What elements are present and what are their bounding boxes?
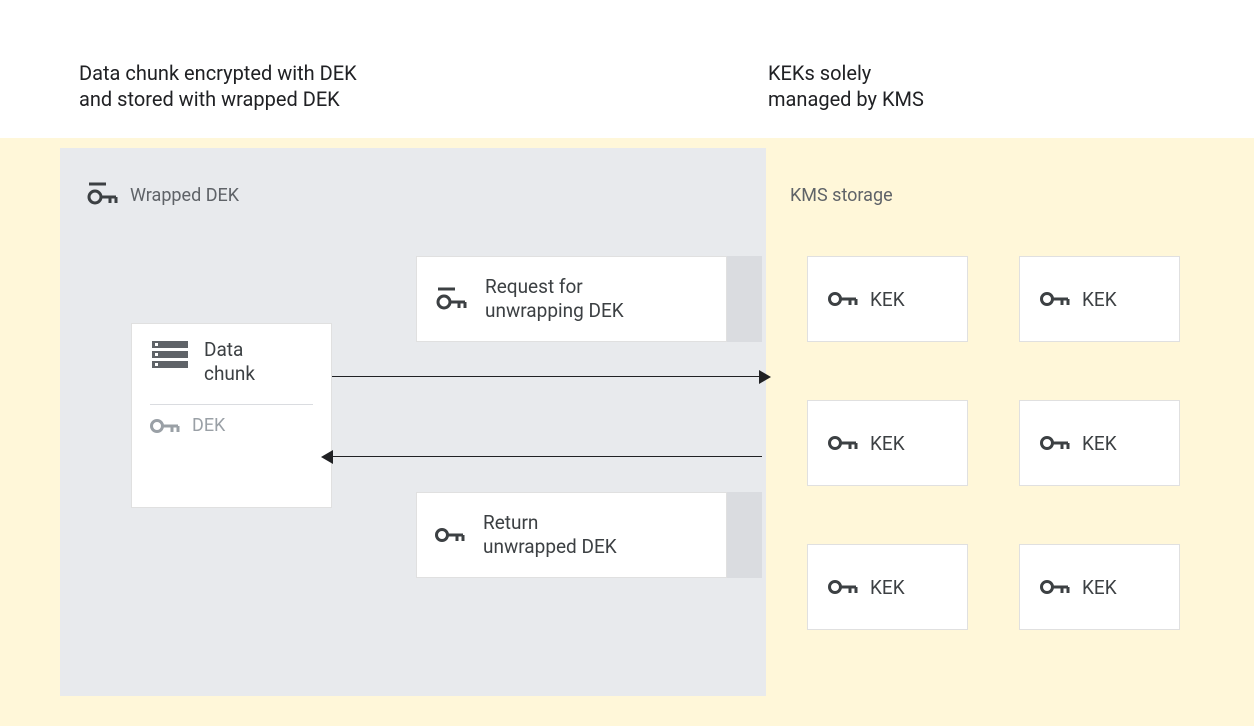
arrow-return (332, 456, 762, 457)
data-chunk-divider (150, 404, 313, 405)
key-icon (828, 434, 858, 452)
kms-storage-label: KMS storage (790, 185, 893, 206)
kek-card: KEK (807, 544, 968, 630)
arrow-request-head (759, 370, 771, 384)
kek-card: KEK (1019, 544, 1180, 630)
diagram-canvas: Data chunk encrypted with DEK and stored… (0, 0, 1254, 726)
heading-right: KEKs solely managed by KMS (768, 60, 924, 112)
return-line1: Return (483, 511, 538, 534)
kek-label: KEK (1082, 576, 1117, 599)
request-line1: Request for (485, 275, 583, 298)
data-chunk-title-line2: chunk (204, 362, 255, 385)
heading-right-line2: managed by KMS (768, 87, 924, 111)
key-icon (435, 526, 465, 544)
request-card: Request for unwrapping DEK (416, 256, 727, 342)
kek-card: KEK (807, 256, 968, 342)
flow-tab-top (727, 256, 762, 342)
heading-left: Data chunk encrypted with DEK and stored… (79, 60, 357, 112)
dek-label: DEK (192, 415, 225, 436)
kek-card: KEK (807, 400, 968, 486)
kek-label: KEK (1082, 432, 1117, 455)
request-line2: unwrapping DEK (485, 299, 624, 322)
wrapped-key-icon (435, 286, 467, 312)
key-icon (1040, 578, 1070, 596)
key-icon (1040, 290, 1070, 308)
key-icon (828, 578, 858, 596)
arrow-request (332, 376, 762, 377)
return-line2: unwrapped DEK (483, 535, 617, 558)
heading-left-line2: and stored with wrapped DEK (79, 87, 340, 111)
return-card: Return unwrapped DEK (416, 492, 727, 578)
wrapped-dek-label: Wrapped DEK (130, 185, 239, 206)
flow-tab-bottom (727, 492, 762, 578)
heading-right-line1: KEKs solely (768, 61, 871, 85)
kek-label: KEK (870, 288, 905, 311)
kek-label: KEK (870, 576, 905, 599)
data-chunk-card: Data chunk DEK (131, 323, 332, 508)
heading-left-line1: Data chunk encrypted with DEK (79, 61, 357, 85)
kek-label: KEK (870, 432, 905, 455)
key-icon (150, 417, 180, 435)
kek-card: KEK (1019, 400, 1180, 486)
key-icon (828, 290, 858, 308)
kek-card: KEK (1019, 256, 1180, 342)
kek-label: KEK (1082, 288, 1117, 311)
wrapped-key-icon (86, 181, 118, 207)
key-icon (1040, 434, 1070, 452)
arrow-return-head (321, 450, 333, 464)
storage-icon (150, 338, 190, 372)
data-chunk-title-line1: Data (204, 338, 243, 361)
